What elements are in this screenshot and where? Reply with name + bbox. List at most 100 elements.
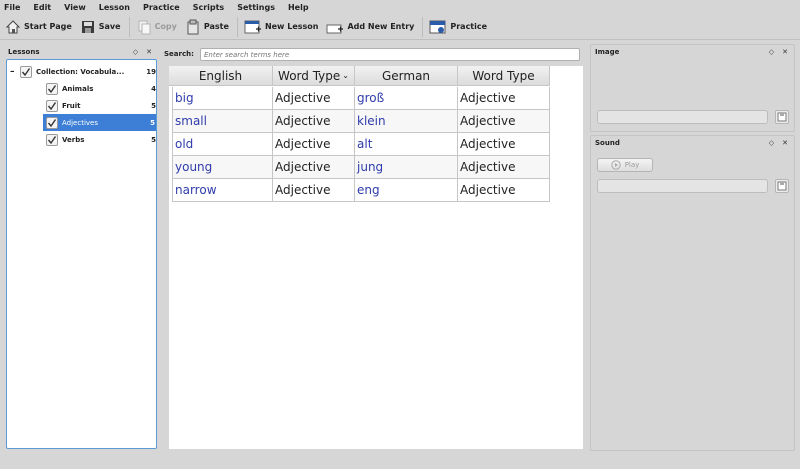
menu-file[interactable]: File (4, 3, 20, 12)
table-cell[interactable]: klein (355, 110, 458, 133)
lessons-panel: Lessons ◇ ✕ – Collection: Vocabula... 19 … (4, 45, 158, 451)
checkbox[interactable] (46, 133, 58, 146)
table-cell[interactable]: Adjective (273, 87, 355, 110)
sound-panel-header: Sound ◇ ✕ (591, 136, 794, 150)
table-cell[interactable]: narrow (172, 179, 273, 202)
paste-icon (187, 19, 199, 34)
sound-browse-button[interactable] (775, 179, 789, 193)
table-cell[interactable]: Adjective (273, 110, 355, 133)
tree-collection[interactable]: – Collection: Vocabula... 19 (10, 63, 156, 80)
tree-item-label: Verbs (62, 135, 85, 144)
practice-button[interactable]: Practice (426, 15, 492, 39)
checkbox[interactable] (46, 116, 58, 129)
table-cell[interactable]: alt (355, 133, 458, 156)
table-row[interactable]: old Adjective alt Adjective (172, 133, 550, 156)
image-panel: Image ◇ ✕ (590, 44, 795, 132)
tree-item-label: Adjectives (62, 118, 98, 127)
table-row[interactable]: narrow Adjective eng Adjective (172, 179, 550, 202)
add-new-entry-label: Add New Entry (347, 22, 415, 31)
close-icon[interactable]: ✕ (782, 48, 788, 56)
lessons-panel-header: Lessons ◇ ✕ (4, 45, 158, 59)
collapse-icon[interactable]: – (10, 67, 20, 77)
copy-label: Copy (154, 22, 177, 31)
close-icon[interactable]: ✕ (782, 139, 788, 147)
save-label: Save (98, 22, 121, 31)
menu-settings[interactable]: Settings (237, 3, 275, 12)
tree-item-count: 5 (150, 118, 155, 127)
tree-item-adjectives[interactable]: Adjectives 5 (43, 114, 156, 131)
float-icon[interactable]: ◇ (133, 48, 138, 56)
add-new-entry-button[interactable]: Add New Entry (323, 15, 419, 39)
start-page-button[interactable]: Start Page (2, 15, 77, 39)
column-header-german[interactable]: German (355, 66, 458, 86)
play-button[interactable]: Play (597, 158, 653, 172)
table-header: English Word Type ⌄ German Word Type (169, 66, 550, 86)
home-icon (5, 19, 21, 33)
table-cell[interactable]: Adjective (458, 179, 550, 202)
toolbar: Start Page Save Copy Paste New Lesson Ad… (0, 14, 800, 40)
table-row[interactable]: big Adjective groß Adjective (172, 87, 550, 110)
table-cell[interactable]: big (172, 87, 273, 110)
vocabulary-table: English Word Type ⌄ German Word Type big … (169, 66, 583, 449)
table-row[interactable]: young Adjective jung Adjective (172, 156, 550, 179)
checkbox[interactable] (46, 82, 58, 95)
table-cell[interactable]: Adjective (458, 87, 550, 110)
menu-edit[interactable]: Edit (33, 3, 51, 12)
table-cell[interactable]: Adjective (458, 156, 550, 179)
new-lesson-icon (244, 20, 261, 33)
tree-item-animals[interactable]: Animals 4 (46, 80, 156, 97)
menu-scripts[interactable]: Scripts (193, 3, 225, 12)
column-header-english[interactable]: English (169, 66, 273, 86)
search-input[interactable] (200, 48, 580, 61)
table-cell[interactable]: Adjective (273, 179, 355, 202)
table-cell[interactable]: young (172, 156, 273, 179)
sort-indicator-icon: ⌄ (342, 71, 349, 80)
column-header-word-type[interactable]: Word Type ⌄ (273, 66, 355, 86)
start-page-label: Start Page (24, 22, 72, 31)
menu-bar: File Edit View Lesson Practice Scripts S… (0, 0, 800, 14)
menu-lesson[interactable]: Lesson (99, 3, 130, 12)
checkbox[interactable] (46, 99, 58, 112)
copy-button[interactable]: Copy (133, 15, 182, 39)
menu-help[interactable]: Help (288, 3, 309, 12)
image-browse-button[interactable] (775, 110, 789, 124)
table-cell[interactable]: Adjective (273, 156, 355, 179)
table-row[interactable]: small Adjective klein Adjective (172, 110, 550, 133)
tree-item-count: 4 (151, 84, 156, 93)
table-body: big Adjective groß Adjective small Adjec… (172, 87, 550, 202)
table-cell[interactable]: old (172, 133, 273, 156)
new-lesson-label: New Lesson (264, 22, 319, 31)
new-lesson-button[interactable]: New Lesson (241, 15, 324, 39)
table-cell[interactable]: eng (355, 179, 458, 202)
sound-path-field[interactable] (597, 179, 768, 193)
table-cell[interactable]: groß (355, 87, 458, 110)
tree-item-verbs[interactable]: Verbs 5 (46, 131, 156, 148)
practice-label: Practice (450, 22, 488, 31)
floppy-disk-icon (777, 112, 787, 122)
sound-panel-title: Sound (595, 139, 620, 147)
menu-practice[interactable]: Practice (143, 3, 180, 12)
practice-icon (429, 20, 446, 33)
image-path-field[interactable] (597, 110, 768, 124)
tree-item-label: Fruit (62, 101, 81, 110)
table-cell[interactable]: Adjective (458, 110, 550, 133)
save-button[interactable]: Save (77, 15, 126, 39)
lesson-tree[interactable]: – Collection: Vocabula... 19 Animals 4 F… (6, 59, 157, 449)
column-header-word-type-2[interactable]: Word Type (458, 66, 550, 86)
float-icon[interactable]: ◇ (769, 139, 774, 147)
sound-panel: Sound ◇ ✕ Play (590, 135, 795, 451)
menu-view[interactable]: View (64, 3, 86, 12)
lessons-panel-title: Lessons (8, 48, 40, 56)
table-cell[interactable]: jung (355, 156, 458, 179)
tree-item-fruit[interactable]: Fruit 5 (46, 97, 156, 114)
table-cell[interactable]: Adjective (273, 133, 355, 156)
table-cell[interactable]: Adjective (458, 133, 550, 156)
close-icon[interactable]: ✕ (146, 48, 152, 56)
paste-button[interactable]: Paste (182, 15, 234, 39)
toolbar-separator (236, 16, 238, 37)
toolbar-separator (128, 16, 130, 37)
float-icon[interactable]: ◇ (769, 48, 774, 56)
table-cell[interactable]: small (172, 110, 273, 133)
tree-item-count: 5 (151, 135, 156, 144)
checkbox[interactable] (20, 65, 32, 78)
